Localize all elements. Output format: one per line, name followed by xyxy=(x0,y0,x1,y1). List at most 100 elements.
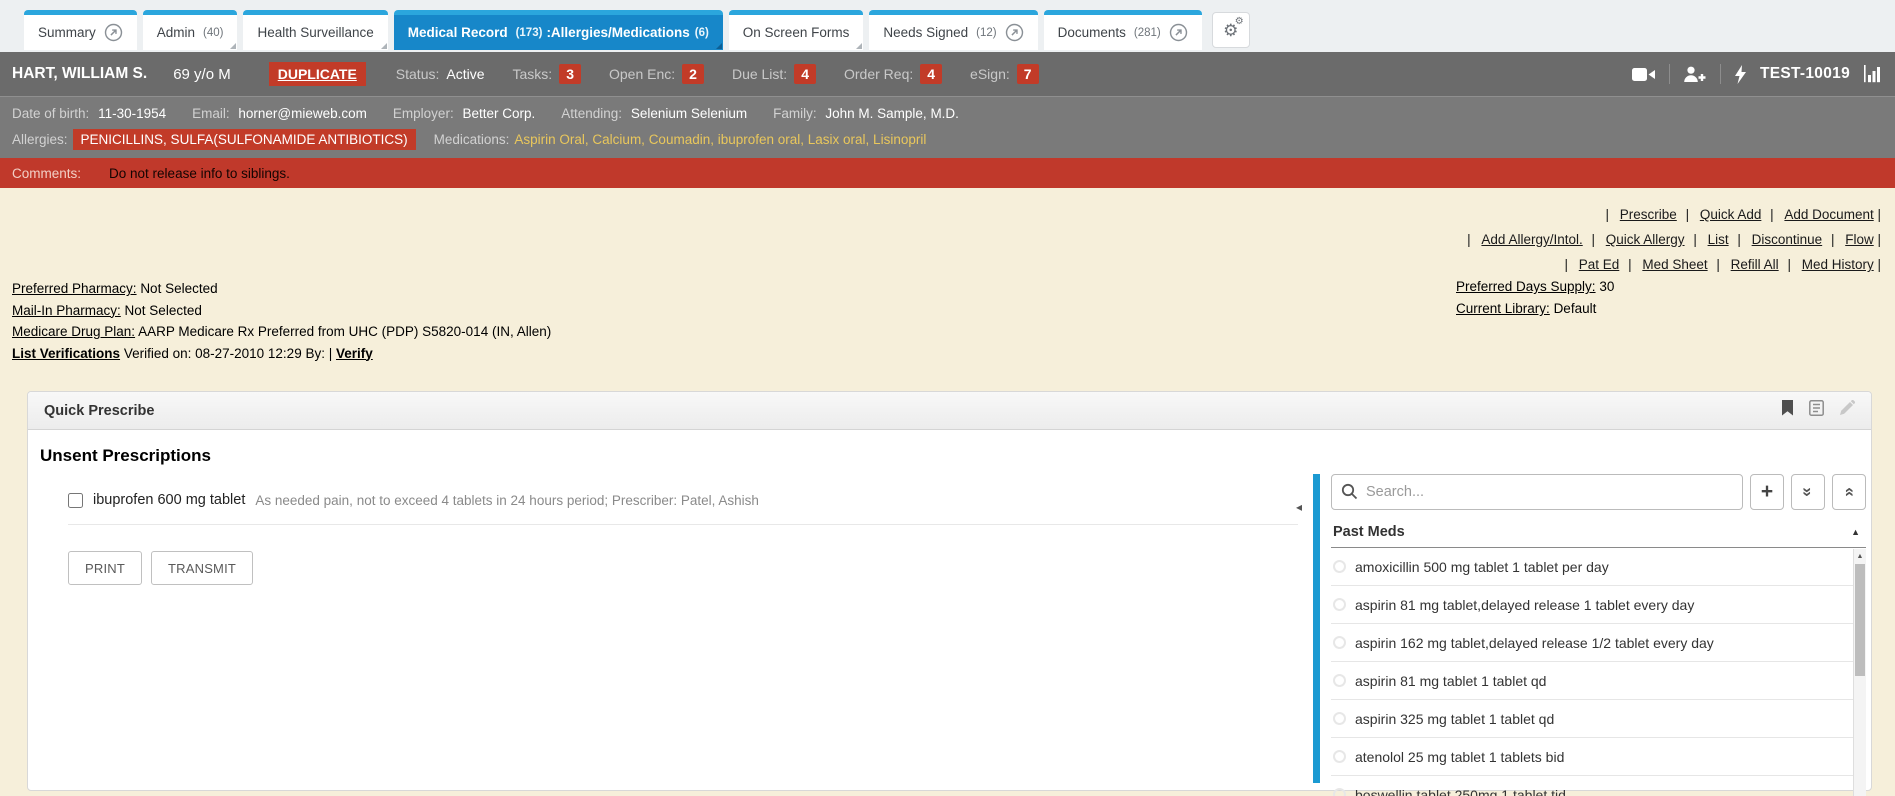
quick-allergy-link[interactable]: Quick Allergy xyxy=(1592,232,1685,247)
days-supply-row: Preferred Days Supply: 30 xyxy=(1456,276,1614,298)
stat-badge[interactable]: 4 xyxy=(794,64,816,84)
prescription-details: As needed pain, not to exceed 4 tablets … xyxy=(255,493,759,508)
tab-summary-label: Summary xyxy=(38,25,96,40)
stat-badge[interactable]: 7 xyxy=(1017,64,1039,84)
print-button[interactable]: PRINT xyxy=(68,551,142,585)
prescribe-link[interactable]: Prescribe xyxy=(1606,207,1677,222)
transmit-button[interactable]: TRANSMIT xyxy=(151,551,253,585)
prescription-checkbox[interactable] xyxy=(68,493,83,508)
tab-on-screen-forms[interactable]: On Screen Forms xyxy=(729,10,864,50)
add-document-link[interactable]: Add Document xyxy=(1770,207,1874,222)
add-person-icon[interactable] xyxy=(1683,66,1707,83)
stat-status: Status: Active xyxy=(396,66,485,82)
refill-all-link[interactable]: Refill All xyxy=(1716,257,1778,272)
tab-health-surveillance[interactable]: Health Surveillance xyxy=(243,10,387,50)
list-item[interactable]: boswellin tablet 250mg 1 tablet tid xyxy=(1331,776,1866,796)
allergies-badge[interactable]: PENICILLINS, SULFA(SULFONAMIDE ANTIBIOTI… xyxy=(73,129,416,150)
scroll-up-icon[interactable]: ▲ xyxy=(1854,549,1866,563)
discontinue-link[interactable]: Discontinue xyxy=(1737,232,1822,247)
verify-link[interactable]: Verify xyxy=(336,346,373,361)
bookmark-icon[interactable] xyxy=(1782,400,1794,421)
settings-button[interactable]: ⚙ ⚙ xyxy=(1212,12,1250,48)
bar-chart-icon[interactable] xyxy=(1863,65,1883,83)
collapse-panel-icon[interactable]: ◂ xyxy=(1296,500,1302,514)
plus-icon: + xyxy=(1761,481,1773,502)
pharmacy-info: Preferred Pharmacy: Not Selected Mail-In… xyxy=(12,278,551,364)
patient-header-bar: HART, WILLIAM S. 69 y/o M DUPLICATE Stat… xyxy=(0,52,1895,96)
unsent-prescriptions-title: Unsent Prescriptions xyxy=(28,430,1871,466)
patient-name: HART, WILLIAM S. xyxy=(12,65,147,83)
sort-ascending-icon[interactable]: ▲ xyxy=(1851,527,1860,537)
tab-admin-count: (40) xyxy=(203,27,223,39)
comments-bar: Comments: Do not release info to sibling… xyxy=(0,158,1895,188)
add-med-button[interactable]: + xyxy=(1750,474,1784,510)
mailin-pharmacy-link[interactable]: Mail-In Pharmacy: xyxy=(12,303,121,318)
expand-all-button[interactable]: » xyxy=(1791,474,1825,510)
preferred-pharmacy-link[interactable]: Preferred Pharmacy: xyxy=(12,281,137,296)
quick-prescribe-body: Unsent Prescriptions ibuprofen 600 mg ta… xyxy=(28,430,1871,791)
stat-label: Tasks: xyxy=(513,66,553,82)
external-link-icon[interactable] xyxy=(1005,23,1024,42)
list-item[interactable]: aspirin 81 mg tablet 1 tablet qd xyxy=(1331,662,1866,700)
stat-badge[interactable]: 2 xyxy=(682,64,704,84)
quick-add-link[interactable]: Quick Add xyxy=(1686,207,1762,222)
allergies-medications-row: Allergies: PENICILLINS, SULFA(SULFONAMID… xyxy=(12,127,1883,151)
field-label: Family: xyxy=(773,106,817,121)
stat-badge[interactable]: 4 xyxy=(920,64,942,84)
tab-medical-record[interactable]: Medical Record (173) :Allergies/Medicati… xyxy=(394,10,723,50)
journal-icon[interactable] xyxy=(1809,400,1824,421)
quick-prescribe-panel: Quick Prescribe Unsent Prescriptions xyxy=(27,391,1872,791)
medicare-plan-link[interactable]: Medicare Drug Plan: xyxy=(12,324,135,339)
prescription-name: ibuprofen 600 mg tablet xyxy=(93,492,245,508)
med-sheet-link[interactable]: Med Sheet xyxy=(1628,257,1708,272)
main-content: Prescribe Quick Add Add Document Add All… xyxy=(0,188,1895,796)
lightning-icon[interactable] xyxy=(1734,65,1747,84)
list-link[interactable]: List xyxy=(1693,232,1728,247)
employer-field: Employer: Better Corp. xyxy=(393,106,535,121)
medications-list[interactable]: Aspirin Oral, Calcium, Coumadin, ibuprof… xyxy=(514,132,926,147)
list-item[interactable]: aspirin 162 mg tablet,delayed release 1/… xyxy=(1331,624,1866,662)
stat-due-list: Due List: 4 xyxy=(732,64,816,84)
comments-text: Do not release info to siblings. xyxy=(109,166,290,181)
video-camera-icon[interactable] xyxy=(1632,67,1656,82)
duplicate-badge[interactable]: DUPLICATE xyxy=(269,62,366,86)
tab-documents[interactable]: Documents (281) xyxy=(1044,10,1202,50)
current-library-link[interactable]: Current Library: xyxy=(1456,301,1550,316)
past-meds-header[interactable]: Past Meds ▲ xyxy=(1331,518,1866,548)
scrollbar-thumb[interactable] xyxy=(1855,564,1865,676)
external-link-icon[interactable] xyxy=(104,23,123,42)
tab-admin[interactable]: Admin (40) xyxy=(143,10,238,50)
list-item[interactable]: aspirin 325 mg tablet 1 tablet qd xyxy=(1331,700,1866,738)
app-window: Summary Admin (40) Health Surveillance M… xyxy=(0,0,1895,796)
med-status-icon xyxy=(1333,560,1346,573)
stat-badge[interactable]: 3 xyxy=(559,64,581,84)
collapse-all-button[interactable]: » xyxy=(1832,474,1866,510)
external-link-icon[interactable] xyxy=(1169,23,1188,42)
dob-field: Date of birth: 11-30-1954 xyxy=(12,106,166,121)
chart-id: TEST-10019 xyxy=(1760,65,1850,83)
stat-label: Status: xyxy=(396,66,440,82)
edit-pencil-icon[interactable] xyxy=(1839,400,1855,421)
scrollbar[interactable]: ▲ ▼ xyxy=(1853,549,1866,796)
list-verifications-link[interactable]: List Verifications xyxy=(12,346,120,361)
divider xyxy=(1720,64,1721,84)
flow-link[interactable]: Flow xyxy=(1831,232,1874,247)
add-allergy-link[interactable]: Add Allergy/Intol. xyxy=(1467,232,1583,247)
tab-admin-label: Admin xyxy=(157,25,195,40)
stat-open-enc: Open Enc: 2 xyxy=(609,64,704,84)
med-history-link[interactable]: Med History xyxy=(1787,257,1873,272)
pat-ed-link[interactable]: Pat Ed xyxy=(1565,257,1620,272)
tab-summary[interactable]: Summary xyxy=(24,10,137,50)
list-item[interactable]: aspirin 81 mg tablet,delayed release 1 t… xyxy=(1331,586,1866,624)
days-supply-link[interactable]: Preferred Days Supply: xyxy=(1456,279,1596,294)
tab-needs-signed[interactable]: Needs Signed (12) xyxy=(869,10,1037,50)
list-item[interactable]: atenolol 25 mg tablet 1 tablets bid xyxy=(1331,738,1866,776)
list-item[interactable]: amoxicillin 500 mg tablet 1 tablet per d… xyxy=(1331,548,1866,586)
quick-prescribe-header: Quick Prescribe xyxy=(28,392,1871,430)
tab-bar: Summary Admin (40) Health Surveillance M… xyxy=(0,0,1895,52)
search-input[interactable] xyxy=(1331,474,1743,510)
stat-order-req: Order Req: 4 xyxy=(844,64,942,84)
tab-docs-label: Documents xyxy=(1058,25,1126,40)
medicare-plan-row: Medicare Drug Plan: AARP Medicare Rx Pre… xyxy=(12,321,551,343)
past-meds-inner: + » » Past Meds ▲ amoxicillin 500 mg tab… xyxy=(1331,474,1866,796)
